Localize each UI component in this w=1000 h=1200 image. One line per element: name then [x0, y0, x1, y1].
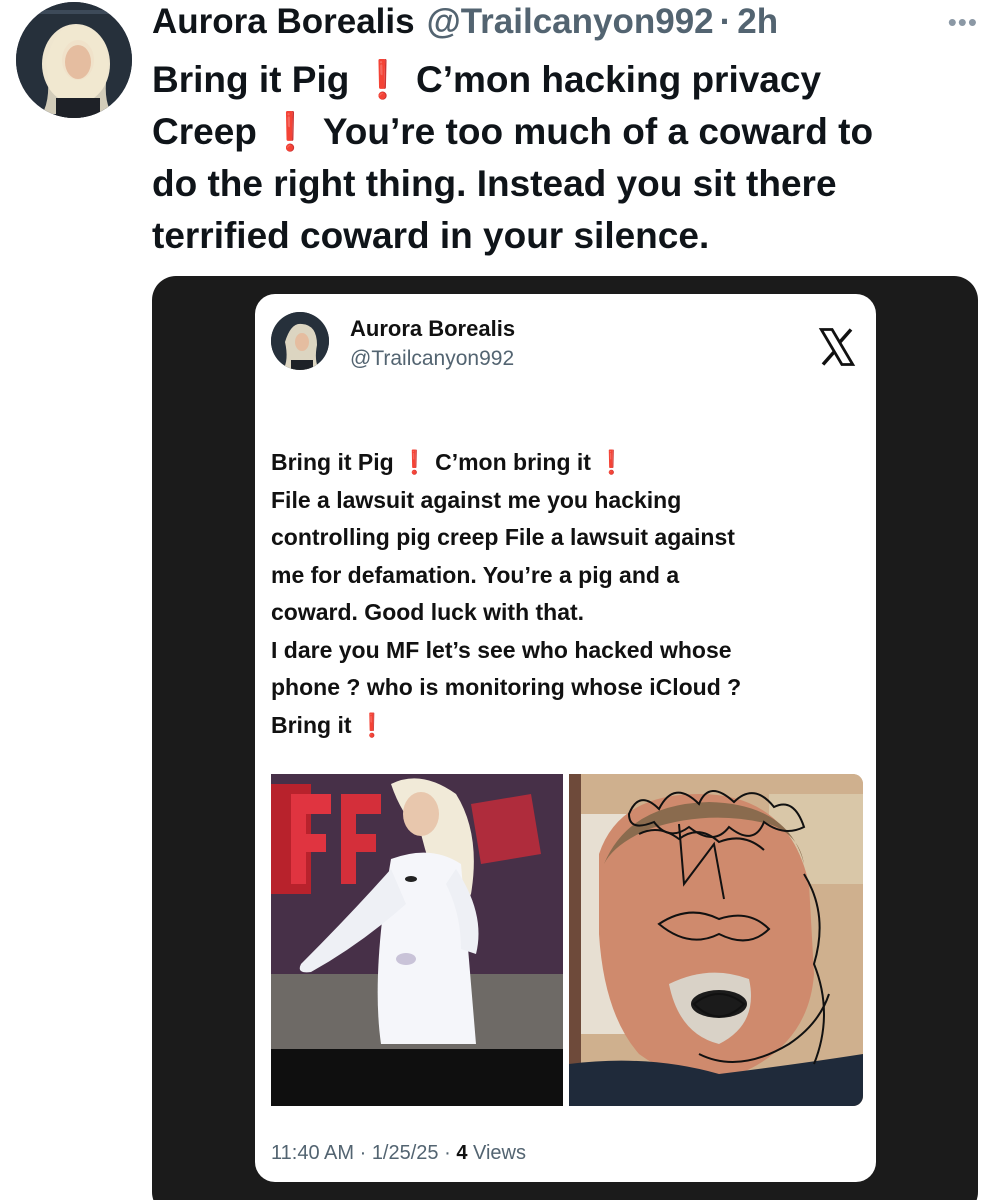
photo-man [569, 774, 863, 1106]
embedded-tweet-text: Bring it Pig ❗ C’mon bring it ❗ File a l… [271, 444, 861, 744]
embedded-line: I dare you MF let’s see who hacked whose [271, 636, 732, 663]
embedded-author-name: Aurora Borealis [350, 316, 516, 341]
more-horizontal-icon[interactable]: ••• [948, 9, 978, 35]
tweet-text: Bring it Pig ❗ C’mon hacking privacy Cre… [152, 54, 952, 262]
embedded-line: phone ? who is monitoring whose iCloud ? [271, 674, 742, 700]
author-handle[interactable]: @Trailcanyon992 [427, 0, 714, 44]
x-logo-icon [818, 328, 856, 366]
exclamation-icon: ❗ [597, 449, 626, 475]
tweet-media[interactable]: Aurora Borealis @Trailcanyon992 Bring it… [152, 276, 978, 1200]
tweet-line: Creep ❗ You’re too much of a coward to [152, 111, 874, 152]
tweet-time[interactable]: 2h [737, 0, 778, 44]
man-image [569, 774, 863, 1106]
embedded-author-handle: @Trailcanyon992 [350, 347, 515, 370]
embedded-line: me for defamation. You’re a pig and a [271, 561, 680, 588]
embedded-tweet-footer: 11:40 AM · 1/25/25 · 4 Views [271, 1142, 526, 1165]
author-name[interactable]: Aurora Borealis [152, 0, 415, 44]
tweet-line: terrified coward in your silence. [152, 215, 710, 256]
exclamation-icon: ❗ [400, 449, 429, 475]
separator-dot: · [438, 1142, 457, 1164]
embedded-line: controlling pig creep File a lawsuit aga… [271, 524, 735, 550]
tweet-header: Aurora Borealis @Trailcanyon992 · 2h [152, 0, 940, 44]
photo-performer [271, 774, 563, 1106]
embedded-line: File a lawsuit against me you hacking [271, 486, 682, 513]
avatar-image [16, 2, 132, 118]
separator-dot: · [719, 2, 732, 41]
views-count: 4 [456, 1142, 468, 1164]
views-label: Views [467, 1142, 526, 1164]
embedded-line: Bring it Pig ❗ C’mon bring it ❗ [271, 449, 626, 475]
tweet-line: do the right thing. Instead you sit ther… [152, 163, 837, 204]
tweet-line: Bring it Pig ❗ C’mon hacking privacy [152, 59, 822, 100]
embedded-tweet-card: Aurora Borealis @Trailcanyon992 Bring it… [255, 294, 876, 1182]
performer-image [271, 774, 563, 1106]
exclamation-icon: ❗ [267, 111, 314, 152]
embedded-time: 11:40 AM [271, 1142, 355, 1164]
exclamation-icon: ❗ [357, 711, 387, 738]
embedded-date: 1/25/25 [371, 1142, 439, 1164]
exclamation-icon: ❗ [359, 59, 406, 100]
embedded-line: Bring it ❗ [271, 711, 387, 738]
embedded-author-avatar [271, 312, 329, 370]
author-avatar[interactable] [16, 2, 132, 118]
embedded-line: coward. Good luck with that. [271, 599, 585, 625]
avatar-image [271, 312, 329, 370]
separator-dot: · [354, 1142, 372, 1164]
